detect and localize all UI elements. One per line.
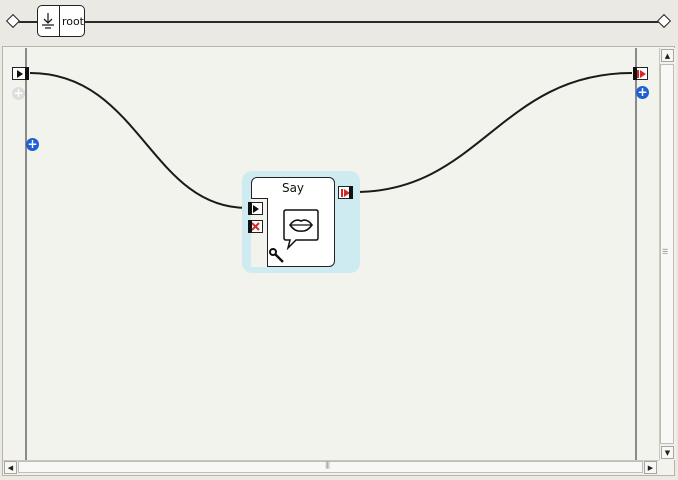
stop-x-icon	[251, 222, 260, 231]
vertical-grip-icon: ☰	[662, 248, 668, 256]
scroll-down-icon[interactable]: ▼	[661, 446, 674, 459]
link-start-to-say	[29, 72, 248, 209]
link-say-to-stopped	[354, 72, 633, 193]
scroll-right-icon[interactable]: ▶	[644, 461, 657, 474]
say-onstop-port[interactable]	[248, 219, 263, 233]
play-icon	[252, 204, 259, 213]
say-onstart-port[interactable]	[248, 201, 263, 215]
wrench-icon[interactable]	[269, 248, 285, 264]
horizontal-grip-icon: |||	[325, 461, 330, 469]
left-onstart-port[interactable]	[12, 66, 29, 80]
horizontal-scroll-thumb[interactable]	[18, 461, 643, 473]
right-onstopped-port[interactable]	[633, 66, 648, 80]
say-box-title: Say	[281, 181, 305, 195]
scroll-up-icon[interactable]: ▲	[661, 49, 674, 62]
add-input-disabled-icon: +	[12, 86, 25, 100]
add-input-button[interactable]: +	[26, 138, 39, 151]
speech-lips-icon	[283, 209, 319, 250]
scroll-left-icon[interactable]: ◀	[4, 461, 17, 474]
say-onstopped-port[interactable]	[338, 185, 353, 199]
output-signal-icon	[636, 69, 646, 78]
add-output-button[interactable]: +	[636, 86, 649, 99]
play-icon	[16, 69, 23, 78]
